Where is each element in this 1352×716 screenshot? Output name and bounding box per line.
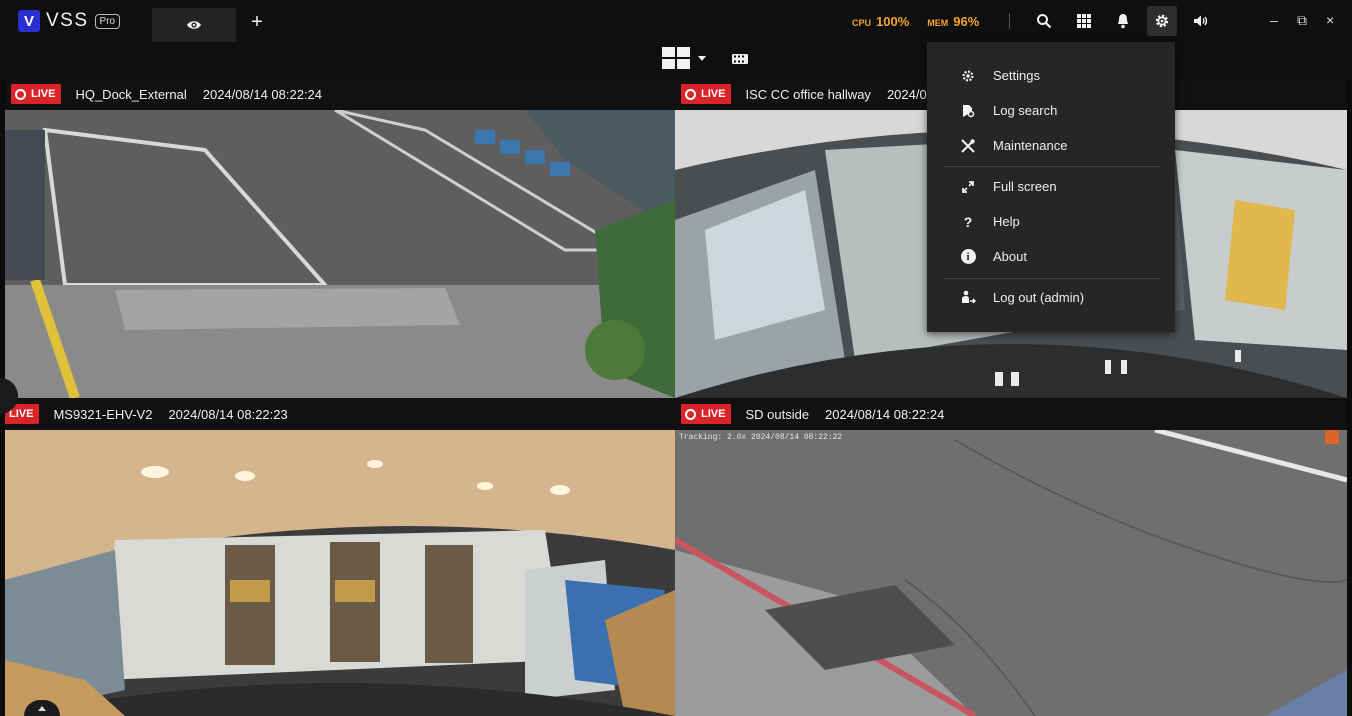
menu-item-about[interactable]: i About xyxy=(927,239,1175,274)
info-glyph: i xyxy=(960,249,976,264)
system-stats: CPU 100% MEM 96% xyxy=(852,14,997,29)
mem-value: 96% xyxy=(953,14,980,29)
live-badge: LIVE xyxy=(681,84,732,104)
camera-timestamp: 2024/08/14 08:22:24 xyxy=(202,86,323,102)
fullscreen-icon xyxy=(959,178,977,196)
tools-icon xyxy=(959,137,977,155)
live-label: LIVE xyxy=(9,408,34,420)
logout-icon xyxy=(959,289,977,307)
camera-header: LIVE MS9321-EHV-V2 2024/08/14 08:22:23 xyxy=(5,398,675,430)
camera-name: HQ_Dock_External xyxy=(75,86,187,102)
live-badge: LIVE xyxy=(681,404,732,424)
camera-tile[interactable]: LIVE MS9321-EHV-V2 2024/08/14 08:22:23 xyxy=(5,398,675,716)
camera-video-feed xyxy=(5,430,675,716)
vivotek-logo-icon: V xyxy=(18,10,40,32)
camera-header: LIVE HQ_Dock_External 2024/08/14 08:22:2… xyxy=(5,78,675,110)
camera-tile[interactable]: LIVE SD outside 2024/08/14 08:22:24 Trac… xyxy=(675,398,1347,716)
camera-header: LIVE SD outside 2024/08/14 08:22:24 xyxy=(675,398,1347,430)
gear-icon xyxy=(1155,14,1169,28)
search-button[interactable] xyxy=(1033,10,1055,32)
eye-icon xyxy=(187,21,201,29)
camera-tile[interactable]: LIVE HQ_Dock_External 2024/08/14 08:22:2… xyxy=(5,78,675,398)
record-icon xyxy=(685,88,696,100)
cpu-value: 100% xyxy=(876,14,910,29)
log-search-icon xyxy=(959,102,977,120)
live-label: LIVE xyxy=(701,408,726,420)
live-badge: LIVE xyxy=(11,84,62,104)
menu-item-label: Settings xyxy=(993,68,1040,83)
menu-item-maintenance[interactable]: Maintenance xyxy=(927,128,1175,163)
menu-item-label: Log out (admin) xyxy=(993,290,1085,305)
close-button[interactable]: × xyxy=(1326,12,1334,28)
help-icon: ? xyxy=(963,213,973,230)
menu-item-help[interactable]: ? Help xyxy=(927,204,1175,239)
volume-icon xyxy=(1194,15,1208,27)
toolbar-separator xyxy=(1009,13,1010,29)
menu-item-full-screen[interactable]: Full screen xyxy=(927,169,1175,204)
minimize-button[interactable]: – xyxy=(1270,12,1278,28)
gear-icon xyxy=(959,67,977,85)
menu-divider xyxy=(945,166,1159,167)
vss-app: V VSS Pro + CPU 100% MEM 96% – ⧉ × LIVE … xyxy=(0,0,1352,716)
menu-item-settings[interactable]: Settings xyxy=(927,58,1175,93)
menu-item-label: About xyxy=(993,249,1027,264)
apps-button[interactable] xyxy=(1073,10,1095,32)
camera-name: ISC CC office hallway xyxy=(745,86,871,102)
camera-video-feed: Tracking: 2.0x 2024/08/14 08:22:22 xyxy=(675,430,1347,716)
camera-name: MS9321-EHV-V2 xyxy=(53,406,153,422)
volume-button[interactable] xyxy=(1190,10,1212,32)
grid-layout-icon xyxy=(662,47,690,69)
add-tab-button[interactable]: + xyxy=(248,11,266,34)
menu-item-log-out[interactable]: Log out (admin) xyxy=(927,280,1175,315)
ptz-overlay-text: Tracking: 2.0x 2024/08/14 08:22:22 xyxy=(679,433,842,442)
film-strip-icon[interactable] xyxy=(730,53,750,65)
notifications-button[interactable] xyxy=(1112,10,1134,32)
app-name: VSS xyxy=(46,10,89,31)
search-icon xyxy=(1037,14,1052,29)
bell-icon xyxy=(1118,14,1128,29)
menu-item-label: Help xyxy=(993,214,1020,229)
menu-item-label: Log search xyxy=(993,103,1058,118)
apps-grid-icon xyxy=(1077,14,1091,28)
pro-badge: Pro xyxy=(94,13,121,29)
menu-item-log-search[interactable]: Log search xyxy=(927,93,1175,128)
camera-video-feed xyxy=(5,110,675,398)
tab-liveview[interactable] xyxy=(152,8,236,42)
settings-menu-button[interactable] xyxy=(1147,6,1177,36)
record-icon xyxy=(685,408,696,420)
menu-item-label: Maintenance xyxy=(993,138,1068,153)
record-icon xyxy=(15,88,26,100)
cpu-label: CPU xyxy=(852,18,872,28)
menu-divider xyxy=(945,278,1159,279)
restore-button[interactable]: ⧉ xyxy=(1297,12,1307,29)
camera-name: SD outside xyxy=(745,406,810,422)
settings-dropdown-menu: Settings Log search Maintenance Full scr… xyxy=(927,42,1175,332)
mem-label: MEM xyxy=(927,18,949,28)
live-label: LIVE xyxy=(701,88,726,100)
menu-item-label: Full screen xyxy=(993,179,1057,194)
camera-timestamp: 2024/08/14 08:22:24 xyxy=(825,406,945,422)
live-label: LIVE xyxy=(31,88,56,100)
camera-timestamp: 2024/08/14 08:22:23 xyxy=(168,406,288,422)
app-logo: V VSS Pro xyxy=(18,10,121,32)
layout-selector[interactable] xyxy=(662,47,706,69)
info-icon: i xyxy=(959,248,977,266)
chevron-down-icon xyxy=(698,55,706,61)
